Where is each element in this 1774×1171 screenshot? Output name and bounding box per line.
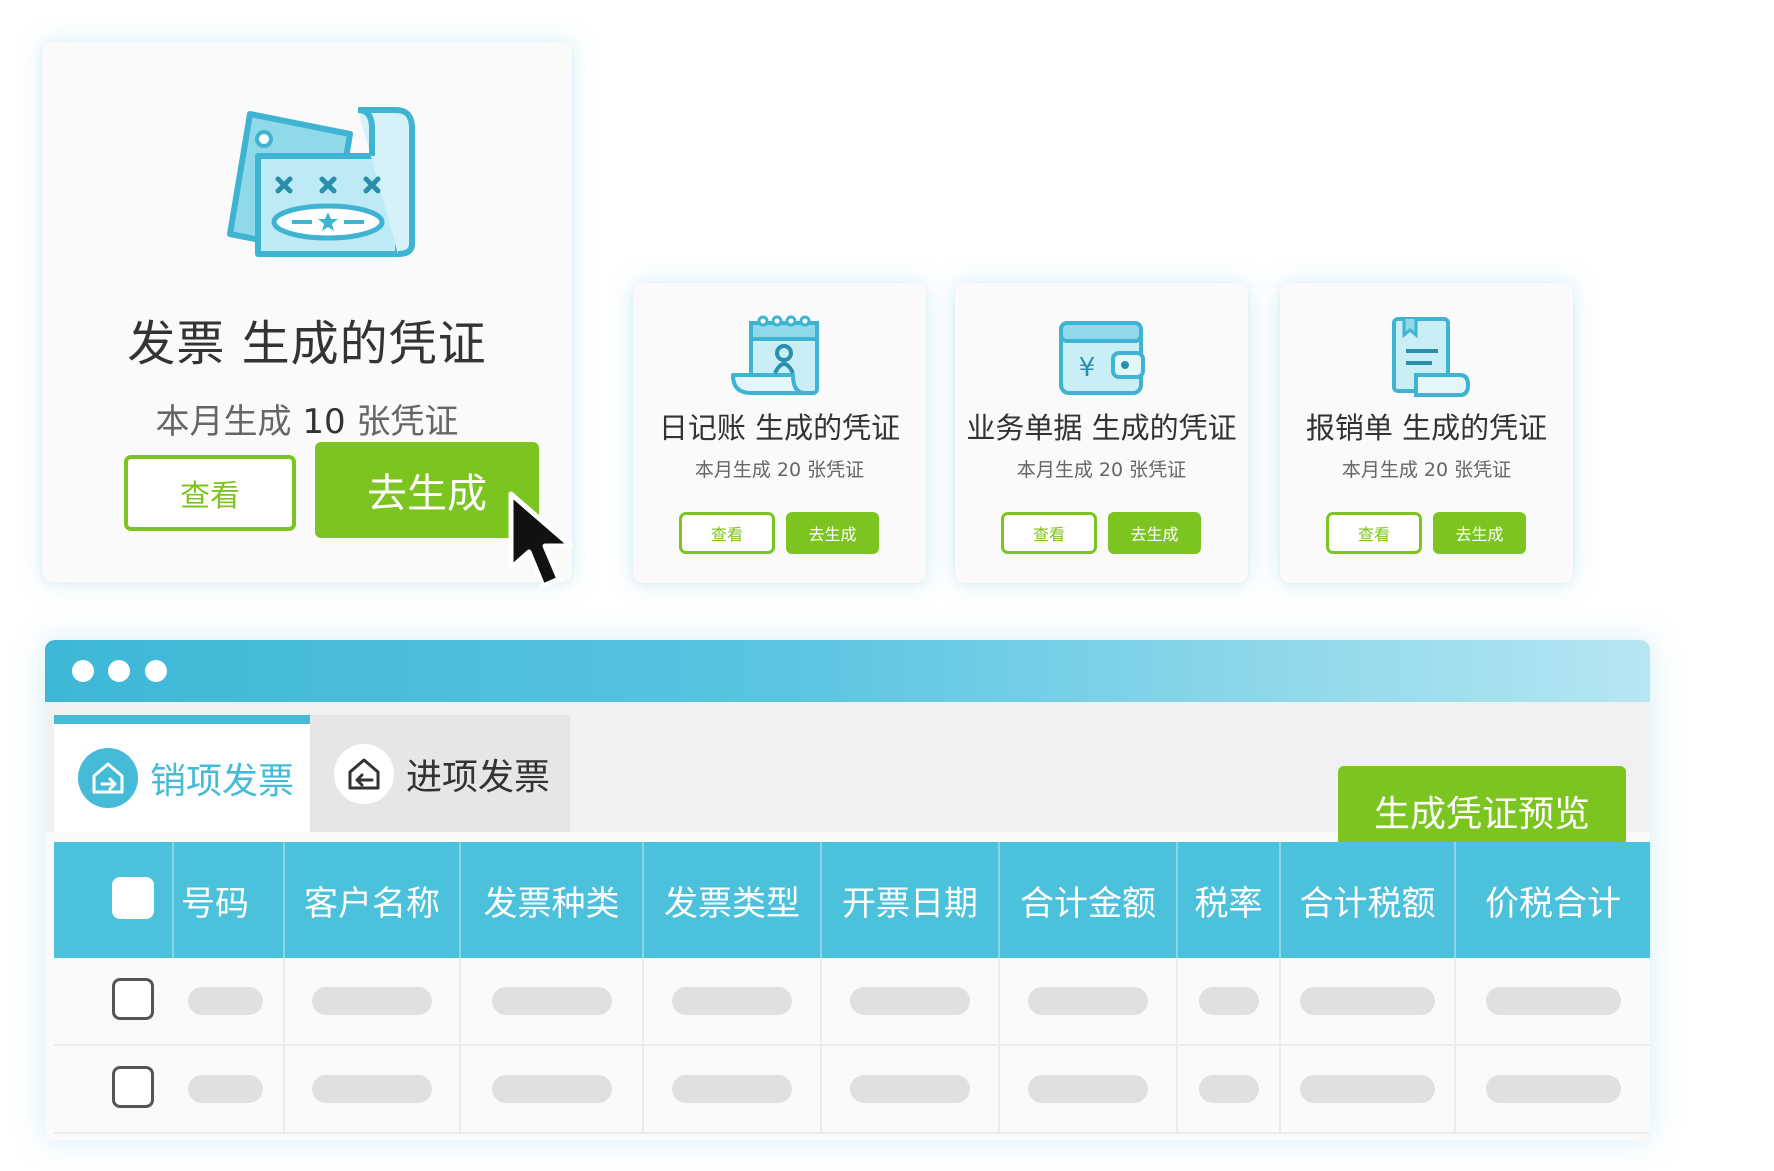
card-subtitle: 本月生成 10 张凭证 (42, 394, 572, 443)
placeholder-cell (174, 1046, 285, 1132)
subtitle-prefix: 本月生成 (155, 402, 292, 442)
subtitle-suffix: 张凭证 (356, 402, 459, 442)
column-header[interactable]: 税率 (1178, 842, 1281, 958)
view-button[interactable]: 查看 (124, 455, 296, 531)
row-select-cell (54, 958, 174, 1044)
column-header[interactable]: 合计税额 (1281, 842, 1456, 958)
invoice-icon (227, 107, 415, 257)
svg-text:¥: ¥ (1079, 353, 1096, 383)
placeholder-bar (850, 1075, 970, 1103)
placeholder-bar (491, 1075, 612, 1103)
column-header[interactable]: 发票类型 (644, 842, 822, 958)
view-button[interactable]: 查看 (1326, 512, 1422, 554)
placeholder-bar (312, 1075, 432, 1103)
generate-button[interactable]: 去生成 (786, 512, 879, 554)
placeholder-cell (1178, 1046, 1281, 1132)
placeholder-bar (188, 987, 263, 1015)
placeholder-cell (174, 958, 285, 1044)
calendar-icon (731, 315, 819, 395)
generate-button[interactable]: 去生成 (1108, 512, 1201, 554)
header-select-cell (54, 842, 174, 958)
window-dot-3[interactable] (145, 660, 167, 682)
subtitle-count: 10 (302, 402, 346, 442)
mouse-cursor-icon (508, 491, 574, 589)
tab-purchase-invoice[interactable]: 进项发票 (310, 715, 570, 832)
column-header[interactable]: 价税合计 (1456, 842, 1650, 958)
view-button[interactable]: 查看 (679, 512, 775, 554)
column-header[interactable]: 发票种类 (461, 842, 644, 958)
card-title: 报销单 生成的凭证 (1305, 411, 1548, 445)
table-row (54, 1046, 1650, 1134)
placeholder-bar (1300, 1075, 1435, 1103)
placeholder-cell (285, 958, 461, 1044)
placeholder-cell (1281, 1046, 1456, 1132)
column-header[interactable]: 合计金额 (1000, 842, 1178, 958)
view-button[interactable]: 查看 (1001, 512, 1097, 554)
column-header[interactable]: 号码 (174, 842, 285, 958)
select-all-checkbox[interactable] (112, 877, 154, 919)
placeholder-cell (461, 1046, 644, 1132)
placeholder-bar (1485, 987, 1621, 1015)
placeholder-cell (822, 958, 1000, 1044)
journal-voucher-card: 日记账 生成的凭证 本月生成 20 张凭证 查看 去生成 (633, 283, 926, 583)
house-in-icon (334, 743, 394, 804)
row-checkbox[interactable] (112, 978, 154, 1020)
placeholder-cell (1000, 958, 1178, 1044)
placeholder-bar (1198, 987, 1259, 1015)
wallet-icon: ¥ (1059, 321, 1145, 395)
receipt-icon (1392, 317, 1471, 397)
placeholder-bar (1028, 1075, 1148, 1103)
placeholder-cell (644, 958, 822, 1044)
card-title: 发票 生成的凭证 (127, 316, 487, 372)
tab-label: 销项发票 (150, 761, 295, 802)
placeholder-cell (1456, 1046, 1650, 1132)
placeholder-cell (1178, 958, 1281, 1044)
placeholder-bar (188, 1075, 263, 1103)
placeholder-cell (644, 1046, 822, 1132)
card-subtitle: 本月生成 20 张凭证 (1341, 459, 1512, 481)
card-subtitle: 本月生成 20 张凭证 (694, 459, 865, 481)
placeholder-bar (672, 1075, 792, 1103)
column-header[interactable]: 客户名称 (285, 842, 461, 958)
tab-sales-invoice[interactable]: 销项发票 (54, 715, 310, 832)
placeholder-bar (1300, 987, 1435, 1015)
window-dot-2[interactable] (108, 660, 130, 682)
placeholder-bar (1198, 1075, 1259, 1103)
placeholder-bar (1028, 987, 1148, 1015)
card-title: 日记账 生成的凭证 (658, 411, 901, 445)
card-subtitle: 本月生成 20 张凭证 (1016, 459, 1187, 481)
window-titlebar (45, 640, 1650, 702)
table-row (54, 958, 1650, 1046)
business-doc-voucher-card: ¥ 业务单据 生成的凭证 本月生成 20 张凭证 查看 去生成 (955, 283, 1248, 583)
placeholder-cell (1000, 1046, 1178, 1132)
tab-label: 进项发票 (406, 756, 551, 798)
placeholder-cell (1281, 958, 1456, 1044)
placeholder-bar (312, 987, 432, 1015)
placeholder-bar (1485, 1075, 1621, 1103)
invoice-voucher-card: 发票 生成的凭证 本月生成 10 张凭证 查看 去生成 (42, 42, 572, 582)
window-dot-1[interactable] (72, 660, 94, 682)
placeholder-cell (461, 958, 644, 1044)
invoice-window: 销项发票 进项发票 生成凭证预览 号码 客户名称 发票种类 发票类型 开票日期 … (45, 640, 1650, 1140)
row-checkbox[interactable] (112, 1066, 154, 1108)
card-title: 业务单据 生成的凭证 (966, 411, 1237, 445)
generate-button[interactable]: 去生成 (1433, 512, 1526, 554)
placeholder-cell (822, 1046, 1000, 1132)
expense-voucher-card: 报销单 生成的凭证 本月生成 20 张凭证 查看 去生成 (1280, 283, 1573, 583)
toolbar: 销项发票 进项发票 生成凭证预览 (45, 702, 1650, 856)
row-select-cell (54, 1046, 174, 1132)
placeholder-cell (1456, 958, 1650, 1044)
table-header: 号码 客户名称 发票种类 发票类型 开票日期 合计金额 税率 合计税额 价税合计 (54, 842, 1650, 958)
placeholder-bar (491, 987, 612, 1015)
placeholder-bar (850, 987, 970, 1015)
column-header[interactable]: 开票日期 (822, 842, 1000, 958)
house-out-icon (78, 748, 138, 808)
placeholder-cell (285, 1046, 461, 1132)
placeholder-bar (672, 987, 792, 1015)
